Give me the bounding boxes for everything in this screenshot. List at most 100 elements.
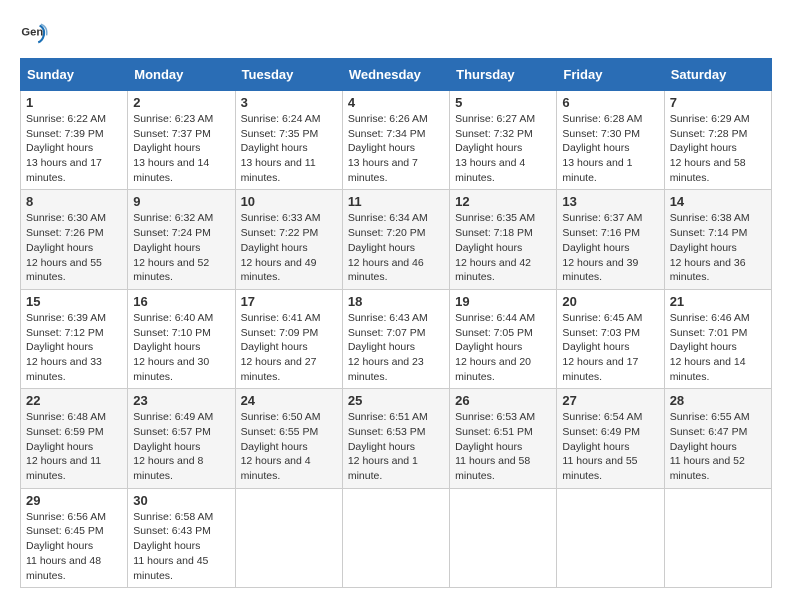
calendar-cell: 16 Sunrise: 6:40 AM Sunset: 7:10 PM Dayl… [128, 289, 235, 388]
day-info: Sunrise: 6:40 AM Sunset: 7:10 PM Dayligh… [133, 311, 229, 384]
day-number: 12 [455, 194, 551, 209]
day-number: 16 [133, 294, 229, 309]
day-info: Sunrise: 6:32 AM Sunset: 7:24 PM Dayligh… [133, 211, 229, 284]
day-info: Sunrise: 6:56 AM Sunset: 6:45 PM Dayligh… [26, 510, 122, 583]
calendar-cell: 10 Sunrise: 6:33 AM Sunset: 7:22 PM Dayl… [235, 190, 342, 289]
day-number: 9 [133, 194, 229, 209]
day-number: 6 [562, 95, 658, 110]
calendar-cell: 14 Sunrise: 6:38 AM Sunset: 7:14 PM Dayl… [664, 190, 771, 289]
column-header-monday: Monday [128, 59, 235, 91]
calendar-cell [450, 488, 557, 587]
calendar-table: SundayMondayTuesdayWednesdayThursdayFrid… [20, 58, 772, 588]
day-info: Sunrise: 6:43 AM Sunset: 7:07 PM Dayligh… [348, 311, 444, 384]
column-header-thursday: Thursday [450, 59, 557, 91]
calendar-cell: 3 Sunrise: 6:24 AM Sunset: 7:35 PM Dayli… [235, 91, 342, 190]
calendar-cell: 7 Sunrise: 6:29 AM Sunset: 7:28 PM Dayli… [664, 91, 771, 190]
page-header: Gen [20, 20, 772, 48]
calendar-cell: 15 Sunrise: 6:39 AM Sunset: 7:12 PM Dayl… [21, 289, 128, 388]
day-number: 20 [562, 294, 658, 309]
calendar-cell [342, 488, 449, 587]
calendar-cell: 11 Sunrise: 6:34 AM Sunset: 7:20 PM Dayl… [342, 190, 449, 289]
calendar-cell: 19 Sunrise: 6:44 AM Sunset: 7:05 PM Dayl… [450, 289, 557, 388]
column-header-saturday: Saturday [664, 59, 771, 91]
day-number: 2 [133, 95, 229, 110]
day-info: Sunrise: 6:44 AM Sunset: 7:05 PM Dayligh… [455, 311, 551, 384]
day-number: 26 [455, 393, 551, 408]
calendar-cell: 17 Sunrise: 6:41 AM Sunset: 7:09 PM Dayl… [235, 289, 342, 388]
calendar-cell: 24 Sunrise: 6:50 AM Sunset: 6:55 PM Dayl… [235, 389, 342, 488]
day-number: 23 [133, 393, 229, 408]
day-number: 19 [455, 294, 551, 309]
day-info: Sunrise: 6:41 AM Sunset: 7:09 PM Dayligh… [241, 311, 337, 384]
day-info: Sunrise: 6:26 AM Sunset: 7:34 PM Dayligh… [348, 112, 444, 185]
day-number: 22 [26, 393, 122, 408]
calendar-header-row: SundayMondayTuesdayWednesdayThursdayFrid… [21, 59, 772, 91]
calendar-cell: 4 Sunrise: 6:26 AM Sunset: 7:34 PM Dayli… [342, 91, 449, 190]
day-number: 18 [348, 294, 444, 309]
day-info: Sunrise: 6:46 AM Sunset: 7:01 PM Dayligh… [670, 311, 766, 384]
day-info: Sunrise: 6:55 AM Sunset: 6:47 PM Dayligh… [670, 410, 766, 483]
calendar-week-5: 29 Sunrise: 6:56 AM Sunset: 6:45 PM Dayl… [21, 488, 772, 587]
day-info: Sunrise: 6:28 AM Sunset: 7:30 PM Dayligh… [562, 112, 658, 185]
day-info: Sunrise: 6:22 AM Sunset: 7:39 PM Dayligh… [26, 112, 122, 185]
day-number: 5 [455, 95, 551, 110]
day-number: 29 [26, 493, 122, 508]
calendar-cell: 9 Sunrise: 6:32 AM Sunset: 7:24 PM Dayli… [128, 190, 235, 289]
day-info: Sunrise: 6:53 AM Sunset: 6:51 PM Dayligh… [455, 410, 551, 483]
day-info: Sunrise: 6:49 AM Sunset: 6:57 PM Dayligh… [133, 410, 229, 483]
day-info: Sunrise: 6:51 AM Sunset: 6:53 PM Dayligh… [348, 410, 444, 483]
day-info: Sunrise: 6:27 AM Sunset: 7:32 PM Dayligh… [455, 112, 551, 185]
day-info: Sunrise: 6:48 AM Sunset: 6:59 PM Dayligh… [26, 410, 122, 483]
calendar-cell: 2 Sunrise: 6:23 AM Sunset: 7:37 PM Dayli… [128, 91, 235, 190]
calendar-cell: 12 Sunrise: 6:35 AM Sunset: 7:18 PM Dayl… [450, 190, 557, 289]
calendar-cell: 25 Sunrise: 6:51 AM Sunset: 6:53 PM Dayl… [342, 389, 449, 488]
calendar-cell [664, 488, 771, 587]
calendar-week-3: 15 Sunrise: 6:39 AM Sunset: 7:12 PM Dayl… [21, 289, 772, 388]
logo: Gen [20, 20, 52, 48]
day-info: Sunrise: 6:45 AM Sunset: 7:03 PM Dayligh… [562, 311, 658, 384]
day-info: Sunrise: 6:37 AM Sunset: 7:16 PM Dayligh… [562, 211, 658, 284]
calendar-cell: 29 Sunrise: 6:56 AM Sunset: 6:45 PM Dayl… [21, 488, 128, 587]
day-info: Sunrise: 6:39 AM Sunset: 7:12 PM Dayligh… [26, 311, 122, 384]
day-number: 28 [670, 393, 766, 408]
calendar-cell: 26 Sunrise: 6:53 AM Sunset: 6:51 PM Dayl… [450, 389, 557, 488]
day-number: 1 [26, 95, 122, 110]
calendar-week-2: 8 Sunrise: 6:30 AM Sunset: 7:26 PM Dayli… [21, 190, 772, 289]
day-info: Sunrise: 6:24 AM Sunset: 7:35 PM Dayligh… [241, 112, 337, 185]
day-info: Sunrise: 6:34 AM Sunset: 7:20 PM Dayligh… [348, 211, 444, 284]
calendar-cell: 23 Sunrise: 6:49 AM Sunset: 6:57 PM Dayl… [128, 389, 235, 488]
day-info: Sunrise: 6:38 AM Sunset: 7:14 PM Dayligh… [670, 211, 766, 284]
day-number: 17 [241, 294, 337, 309]
calendar-cell: 8 Sunrise: 6:30 AM Sunset: 7:26 PM Dayli… [21, 190, 128, 289]
day-number: 30 [133, 493, 229, 508]
column-header-wednesday: Wednesday [342, 59, 449, 91]
svg-text:Gen: Gen [21, 26, 43, 38]
calendar-cell: 18 Sunrise: 6:43 AM Sunset: 7:07 PM Dayl… [342, 289, 449, 388]
day-info: Sunrise: 6:29 AM Sunset: 7:28 PM Dayligh… [670, 112, 766, 185]
day-number: 3 [241, 95, 337, 110]
calendar-week-4: 22 Sunrise: 6:48 AM Sunset: 6:59 PM Dayl… [21, 389, 772, 488]
day-number: 13 [562, 194, 658, 209]
calendar-cell: 5 Sunrise: 6:27 AM Sunset: 7:32 PM Dayli… [450, 91, 557, 190]
day-number: 4 [348, 95, 444, 110]
column-header-tuesday: Tuesday [235, 59, 342, 91]
day-number: 21 [670, 294, 766, 309]
day-number: 7 [670, 95, 766, 110]
day-info: Sunrise: 6:33 AM Sunset: 7:22 PM Dayligh… [241, 211, 337, 284]
day-number: 10 [241, 194, 337, 209]
day-info: Sunrise: 6:30 AM Sunset: 7:26 PM Dayligh… [26, 211, 122, 284]
day-number: 14 [670, 194, 766, 209]
calendar-cell: 27 Sunrise: 6:54 AM Sunset: 6:49 PM Dayl… [557, 389, 664, 488]
calendar-cell: 6 Sunrise: 6:28 AM Sunset: 7:30 PM Dayli… [557, 91, 664, 190]
day-number: 11 [348, 194, 444, 209]
day-info: Sunrise: 6:54 AM Sunset: 6:49 PM Dayligh… [562, 410, 658, 483]
calendar-cell: 30 Sunrise: 6:58 AM Sunset: 6:43 PM Dayl… [128, 488, 235, 587]
day-info: Sunrise: 6:58 AM Sunset: 6:43 PM Dayligh… [133, 510, 229, 583]
column-header-friday: Friday [557, 59, 664, 91]
calendar-cell: 13 Sunrise: 6:37 AM Sunset: 7:16 PM Dayl… [557, 190, 664, 289]
calendar-cell: 21 Sunrise: 6:46 AM Sunset: 7:01 PM Dayl… [664, 289, 771, 388]
day-number: 8 [26, 194, 122, 209]
calendar-cell: 20 Sunrise: 6:45 AM Sunset: 7:03 PM Dayl… [557, 289, 664, 388]
day-info: Sunrise: 6:35 AM Sunset: 7:18 PM Dayligh… [455, 211, 551, 284]
calendar-week-1: 1 Sunrise: 6:22 AM Sunset: 7:39 PM Dayli… [21, 91, 772, 190]
